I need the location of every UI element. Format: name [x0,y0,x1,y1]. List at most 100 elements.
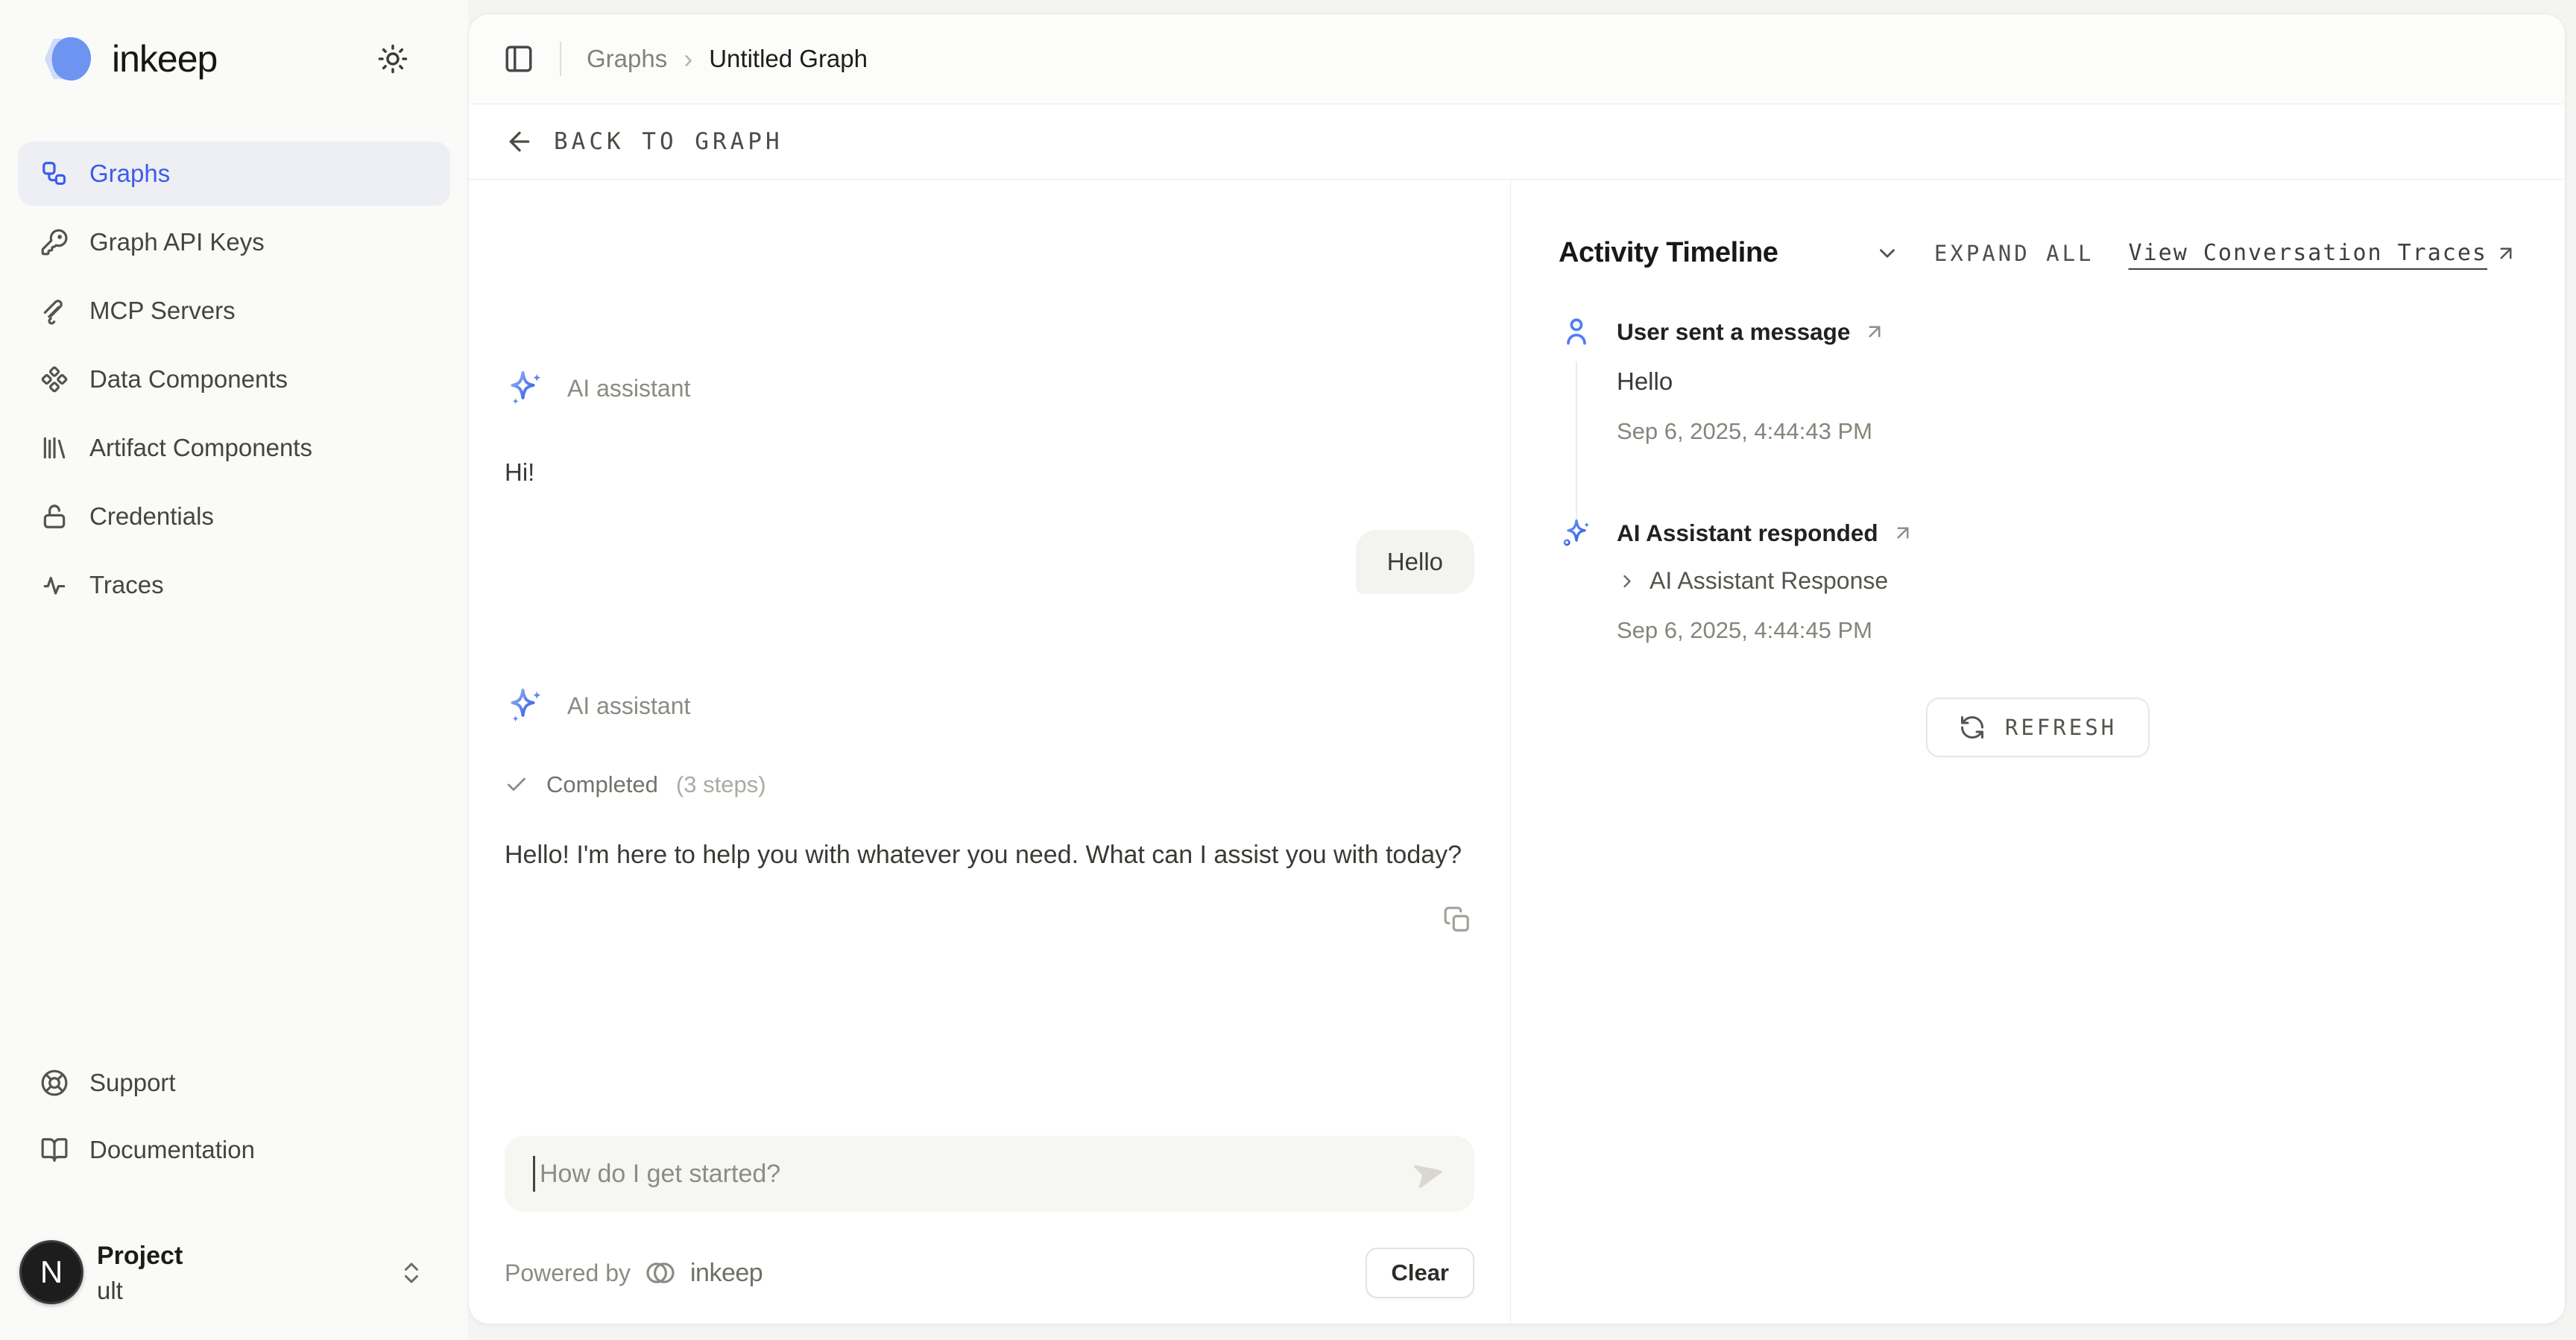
sidebar-item-graphs[interactable]: Graphs [18,142,450,206]
topbar-divider [560,42,561,76]
panel-left-icon [503,43,534,75]
send-button[interactable] [1412,1157,1446,1191]
timeline-item-body: AI Assistant responded [1617,516,2517,648]
timeline-header-actions: EXPAND ALL View Conversation Traces [1875,240,2517,266]
sidebar-item-traces[interactable]: Traces [18,553,450,617]
timeline-items: User sent a message Hello Sep 6, 2025, 4… [1559,315,2517,648]
book-open-icon [40,1136,69,1164]
activity-timeline-panel: Activity Timeline EXPAND ALL [1511,180,2565,1324]
library-icon [40,434,69,462]
timeline-item-timestamp: Sep 6, 2025, 4:44:43 PM [1617,418,2517,445]
refresh-icon [1959,714,1986,741]
arrow-left-icon [505,127,534,157]
timeline-item-title-row[interactable]: User sent a message [1617,315,2517,348]
collapse-timeline-button[interactable] [1875,241,1900,266]
chat-footer: Powered by inkeep Clear [505,1248,1474,1298]
copy-button[interactable] [1443,906,1471,934]
lock-icon [40,502,69,531]
sun-icon [377,43,408,75]
timeline-item-assistant-response: AI Assistant responded [1559,516,2517,648]
timeline-item-timestamp: Sep 6, 2025, 4:44:45 PM [1617,617,2517,644]
sidebar-item-data-components[interactable]: Data Components [18,347,450,411]
app-root: inkeep Graphs [0,0,2576,1340]
assistant-status-row[interactable]: Completed (3 steps) [505,771,1474,798]
main-area: Graphs › Untitled Graph BACK TO GRAPH [468,0,2576,1340]
refresh-button[interactable]: REFRESH [1926,698,2150,757]
chat-input[interactable] [537,1160,1410,1189]
breadcrumb: Graphs › Untitled Graph [587,43,868,75]
sidebar-toggle-button[interactable] [503,43,534,75]
copy-icon [1443,906,1471,934]
status-label: Completed [546,771,658,798]
assistant-message: Hi! [505,458,1474,487]
mcp-icon [40,297,69,325]
assistant-response-expander[interactable]: AI Assistant Response [1617,567,2517,595]
user-message-bubble: Hello [1356,530,1474,594]
back-to-graph-button[interactable]: BACK TO GRAPH [469,104,2565,180]
timeline-item-title: User sent a message [1617,318,1850,346]
chat-input-container [505,1136,1474,1212]
sidebar-item-label: Data Components [89,365,288,394]
arrow-up-right-icon [1863,320,1886,343]
sparkles-icon [505,367,546,409]
assistant-message-header: AI assistant [505,367,1474,409]
powered-by[interactable]: Powered by inkeep [505,1255,763,1291]
sidebar-item-support[interactable]: Support [18,1051,450,1115]
key-icon [40,228,69,256]
timeline-item-title-row[interactable]: AI Assistant responded [1617,516,2517,549]
send-icon [1412,1157,1446,1191]
clear-button[interactable]: Clear [1366,1248,1474,1298]
text-cursor [533,1156,535,1192]
assistant-message-header: AI assistant [505,685,1474,727]
life-buoy-icon [40,1069,69,1097]
timeline-item-message: Hello [1617,367,2517,396]
view-traces-label: View Conversation Traces [2129,240,2487,266]
topbar: Graphs › Untitled Graph [469,14,2565,104]
sidebar-item-mcp-servers[interactable]: MCP Servers [18,279,450,343]
expand-all-button[interactable]: EXPAND ALL [1934,241,2094,266]
inkeep-logo[interactable]: inkeep [39,34,217,83]
brand-wordmark: inkeep [112,37,217,80]
spacer [505,934,1474,1136]
chevron-down-icon [1875,241,1900,266]
theme-toggle-button[interactable] [377,43,408,75]
sidebar-item-graph-api-keys[interactable]: Graph API Keys [18,210,450,274]
sparkles-icon [505,685,546,727]
user-icon [1560,315,1593,348]
user-message-row: Hello [505,530,1474,594]
timeline-rail [1559,315,1594,516]
sidebar-item-label: Graphs [89,159,170,188]
inkeep-logo-icon [39,34,97,83]
project-selector[interactable]: N Project ult [18,1228,450,1318]
sidebar-item-documentation[interactable]: Documentation [18,1118,450,1182]
breadcrumb-graphs[interactable]: Graphs [587,45,667,73]
view-conversation-traces-link[interactable]: View Conversation Traces [2129,240,2517,266]
powered-by-label: Powered by [505,1260,631,1287]
sparkles-icon [1560,516,1593,549]
powered-by-brand: inkeep [690,1259,763,1288]
sidebar-item-label: MCP Servers [89,297,236,325]
assistant-message: Hello! I'm here to help you with whateve… [505,835,1474,874]
sidebar-item-label: Traces [89,571,164,599]
sidebar-footer-nav: Support Documentation N Project ult [18,1051,450,1318]
sidebar-item-label: Documentation [89,1136,255,1164]
sidebar: inkeep Graphs [0,0,468,1340]
sidebar-item-artifact-components[interactable]: Artifact Components [18,416,450,480]
message-actions [505,906,1474,934]
timeline-title: Activity Timeline [1559,237,1778,269]
content-row: AI assistant Hi! Hello [469,180,2565,1324]
timeline-item-body: User sent a message Hello Sep 6, 2025, 4… [1617,315,2517,516]
sidebar-nav: Graphs Graph API Keys [18,142,450,617]
arrow-up-right-icon [1892,522,1914,544]
sidebar-header: inkeep [18,34,450,83]
project-subtitle: ult [97,1277,183,1305]
timeline-rail [1559,516,1594,648]
sidebar-item-label: Support [89,1069,176,1097]
sidebar-item-credentials[interactable]: Credentials [18,484,450,549]
inkeep-mark-icon [643,1255,678,1291]
timeline-connector [1576,361,1577,527]
project-title: Project [97,1242,183,1271]
timeline-item-title: AI Assistant responded [1617,519,1878,547]
chat-panel: AI assistant Hi! Hello [469,180,1511,1324]
status-steps: (3 steps) [676,771,766,798]
